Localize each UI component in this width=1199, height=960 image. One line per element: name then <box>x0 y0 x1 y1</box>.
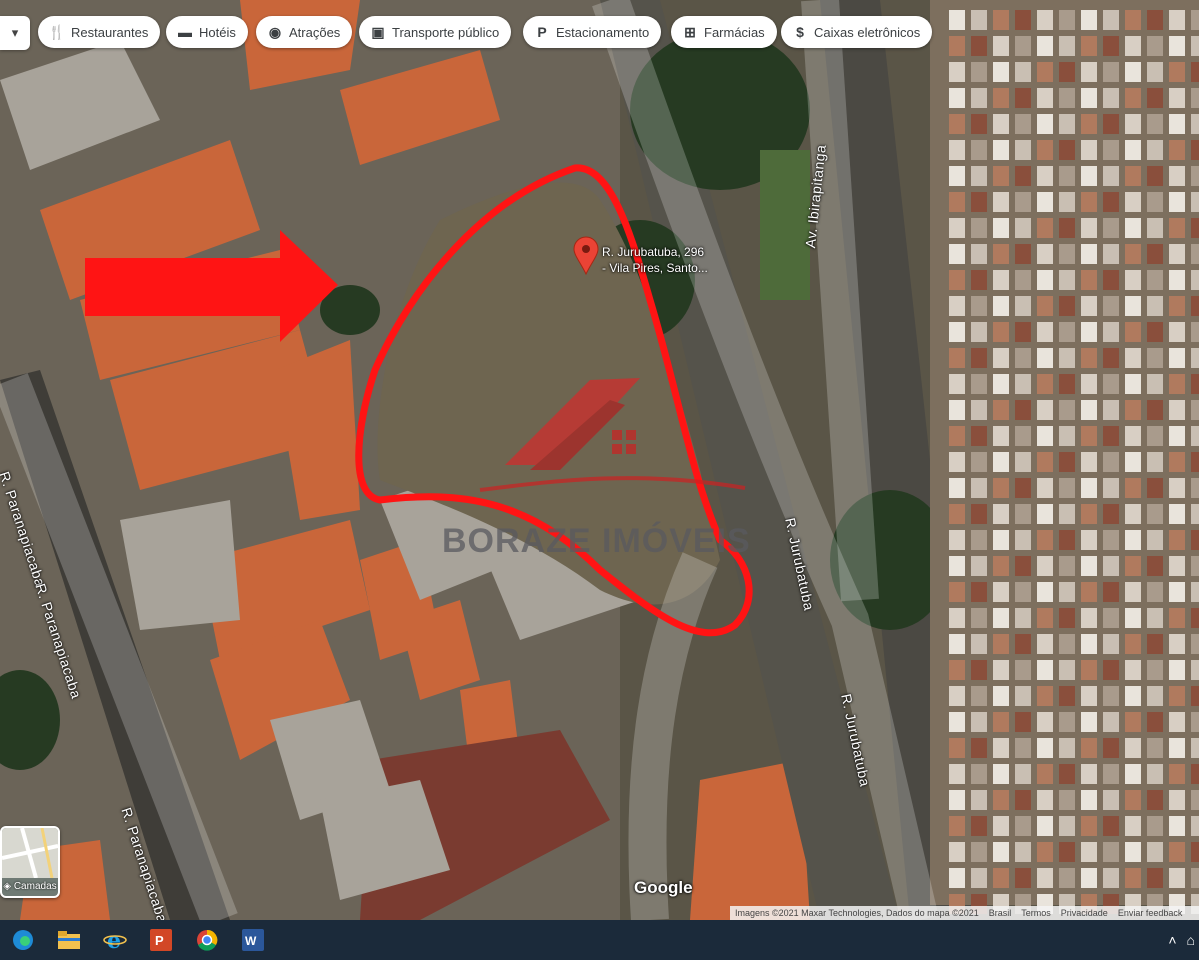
map-thumbnail <box>2 828 58 879</box>
svg-text:P: P <box>155 933 164 948</box>
privacy-link[interactable]: Privacidade <box>1056 908 1113 918</box>
feedback-link[interactable]: Enviar feedback <box>1113 908 1188 918</box>
chip-label: Estacionamento <box>556 24 650 40</box>
edge-icon[interactable] <box>0 920 46 960</box>
chip-label: Atrações <box>289 24 341 40</box>
chip-label: Hotéis <box>199 24 236 40</box>
bed-icon: ▬ <box>178 24 192 40</box>
chip-farmacias[interactable]: ⊞ Farmácias <box>671 16 777 48</box>
satellite-map[interactable]: ▾ 🍴 Restaurantes ▬ Hotéis ◉ Atrações ▣ T… <box>0 0 1199 920</box>
chevron-down-icon: ▾ <box>11 25 19 40</box>
satellite-imagery <box>0 0 1199 920</box>
chip-restaurantes[interactable]: 🍴 Restaurantes <box>38 16 161 48</box>
chip-transporte[interactable]: ▣ Transporte público <box>359 16 512 48</box>
attribution-bar: Imagens ©2021 Maxar Technologies, Dados … <box>730 906 1199 920</box>
watermark-text: BORAZE IMÓVEIS <box>442 522 751 560</box>
chip-overflow-stub[interactable]: ▾ <box>0 16 30 50</box>
cemetery-graves <box>949 10 1199 914</box>
word-icon[interactable]: W <box>230 920 276 960</box>
network-icon[interactable]: ⌂ <box>1187 932 1195 948</box>
svg-text:e: e <box>107 929 121 951</box>
camera-icon: ◉ <box>268 23 282 40</box>
pin-address-label[interactable]: R. Jurubatuba, 296 - Vila Pires, Santo..… <box>602 244 708 276</box>
powerpoint-icon[interactable]: P <box>138 920 184 960</box>
bus-icon: ▣ <box>371 23 385 40</box>
terms-link[interactable]: Termos <box>1016 908 1056 918</box>
chip-label: Caixas eletrônicos <box>814 24 921 40</box>
pin-address-line1: R. Jurubatuba, 296 <box>602 245 705 259</box>
chip-hoteis[interactable]: ▬ Hotéis <box>166 16 248 48</box>
layers-icon: ◈ <box>3 881 12 892</box>
layers-text: Camadas <box>13 881 57 892</box>
pharmacy-icon: ⊞ <box>684 23 696 40</box>
chip-label: Restaurantes <box>71 24 149 40</box>
chrome-icon[interactable] <box>184 920 230 960</box>
fork-knife-icon: 🍴 <box>48 23 66 40</box>
country-link[interactable]: Brasil <box>984 908 1017 918</box>
system-tray[interactable]: ˄ ⌂ <box>1168 920 1195 960</box>
windows-taskbar: e P W ˄ ⌂ <box>0 920 1199 960</box>
imagery-credit: Imagens ©2021 Maxar Technologies, Dados … <box>735 908 979 918</box>
internet-explorer-icon[interactable]: e <box>92 920 138 960</box>
svg-text:W: W <box>245 934 257 948</box>
chip-label: Farmácias <box>704 24 765 40</box>
chip-estacionamento[interactable]: P Estacionamento <box>523 16 662 48</box>
pin-address-line2: - Vila Pires, Santo... <box>602 261 708 275</box>
chevron-up-icon[interactable]: ˄ <box>1168 932 1176 948</box>
file-explorer-icon[interactable] <box>46 920 92 960</box>
layers-label: ◈ Camadas <box>2 881 58 892</box>
atm-icon: $ <box>796 24 804 40</box>
chip-caixas[interactable]: $ Caixas eletrônicos <box>781 16 933 48</box>
parking-icon: P <box>537 24 547 40</box>
chip-label: Transporte público <box>392 24 500 40</box>
chip-atracoes[interactable]: ◉ Atrações <box>256 16 353 48</box>
google-logo: Google <box>634 878 693 897</box>
layers-button[interactable]: ◈ Camadas <box>0 826 60 898</box>
